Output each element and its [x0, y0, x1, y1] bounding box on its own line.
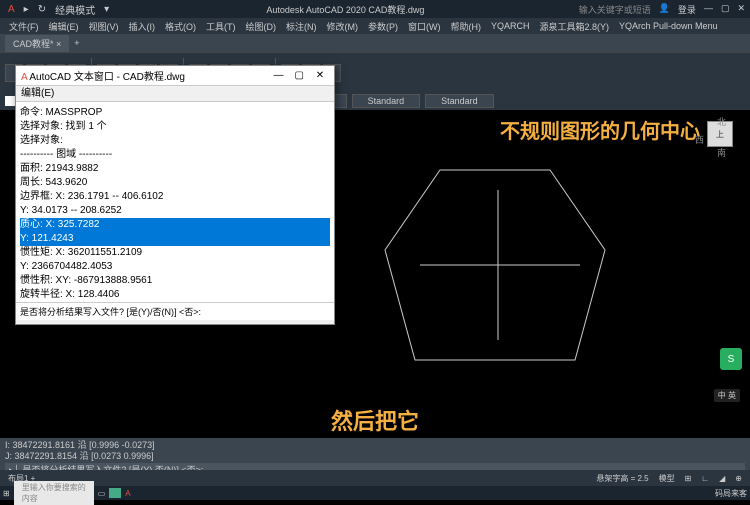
start-button[interactable]: ⊞: [3, 489, 10, 498]
style1-dropdown[interactable]: Standard: [352, 94, 421, 108]
menu-item[interactable]: 帮助(H): [447, 19, 486, 34]
viewcube-west[interactable]: 西: [695, 133, 704, 146]
centroid-line-x: 质心: X: 325.7282: [20, 218, 330, 232]
menu-item[interactable]: 视图(V): [85, 19, 123, 34]
text-window: A AutoCAD 文本窗口 - CAD教程.dwg — ▢ ✕ 编辑(E) 命…: [15, 65, 335, 325]
textwin-title: A AutoCAD 文本窗口 - CAD教程.dwg: [21, 68, 185, 83]
classic-mode[interactable]: 经典模式: [52, 1, 98, 18]
search-hint[interactable]: 输入关键字或短语: [579, 3, 651, 16]
menu-item[interactable]: YQArch Pull-down Menu: [615, 20, 722, 32]
menu-item[interactable]: 标注(N): [282, 19, 321, 34]
centroid-line-y: Y: 121.4243: [20, 232, 330, 246]
status-bar: 布局1 + 悬架字高 = 2.5 模型 ⊞ ∟ ◢ ⊕: [0, 470, 750, 486]
taskbar-app1[interactable]: [109, 488, 121, 498]
model-button[interactable]: 模型: [656, 473, 678, 484]
output-line: 选择对象: 找到 1 个: [20, 120, 330, 134]
dropdown-icon[interactable]: ▾: [101, 3, 112, 16]
ortho-icon[interactable]: ◢: [716, 474, 728, 483]
menu-item[interactable]: 修改(M): [323, 19, 363, 34]
qat-open[interactable]: ↻: [35, 3, 49, 16]
windows-taskbar: ⊞ 里输入你要搜索的内容 ▭ A 码局来客: [0, 486, 750, 500]
app-icon: A: [5, 3, 18, 16]
command-history: I: 38472291.8161 沿 [0.9996 -0.0273] J: 3…: [0, 438, 750, 470]
menu-bar: 文件(F)编辑(E)视图(V)插入(I)格式(O)工具(T)绘图(D)标注(N)…: [0, 18, 750, 34]
taskbar-autocad[interactable]: A: [125, 489, 130, 498]
textwin-max[interactable]: ▢: [290, 70, 308, 81]
menu-item[interactable]: 绘图(D): [242, 19, 281, 34]
osnap-icon[interactable]: ⊕: [732, 474, 745, 483]
textwin-content[interactable]: 命令: MASSPROP选择对象: 找到 1 个选择对象:---------- …: [16, 102, 334, 302]
menu-item[interactable]: 文件(F): [5, 19, 43, 34]
qat-save[interactable]: ▸: [21, 3, 32, 16]
taskview-icon[interactable]: ▭: [98, 489, 106, 498]
menu-item[interactable]: 格式(O): [161, 19, 200, 34]
drawing-shape: [380, 160, 610, 370]
menu-item[interactable]: YQARCH: [487, 20, 534, 32]
video-subtitle: 然后把它: [331, 404, 419, 436]
output-line: 旋转半径: X: 128.4406: [20, 288, 330, 302]
viewcube-south[interactable]: 南: [717, 146, 726, 159]
snap-icon[interactable]: ⊞: [682, 474, 695, 483]
max-button[interactable]: ▢: [721, 3, 730, 16]
menu-item[interactable]: 插入(I): [125, 19, 160, 34]
cmd-line-1: I: 38472291.8161 沿 [0.9996 -0.0273]: [5, 440, 745, 451]
annotation-text: 不规则图形的几何中心: [500, 115, 700, 144]
ime-tip: 中 英: [714, 389, 740, 402]
textwin-prompt[interactable]: 是否将分析结果写入文件? [是(Y)/否(N)] <否>:: [16, 302, 334, 320]
tab-close-icon[interactable]: ×: [56, 39, 61, 49]
menu-item[interactable]: 工具(T): [202, 19, 240, 34]
menu-item[interactable]: 参数(P): [364, 19, 402, 34]
menu-item[interactable]: 窗口(W): [404, 19, 445, 34]
output-line: Y: 34.0173 -- 208.6252: [20, 204, 330, 218]
app-title: Autodesk AutoCAD 2020 CAD教程.dwg: [112, 3, 579, 16]
user-icon[interactable]: 👤: [659, 3, 670, 16]
close-button[interactable]: ✕: [737, 3, 745, 16]
ime-badge[interactable]: S: [720, 348, 742, 370]
output-line: 面积: 21943.9882: [20, 162, 330, 176]
scale-display[interactable]: 悬架字高 = 2.5: [593, 473, 651, 484]
output-line: 周长: 543.9620: [20, 176, 330, 190]
viewcube[interactable]: 北 西 上 南: [695, 115, 745, 165]
textwin-min[interactable]: —: [269, 70, 287, 81]
grid-icon[interactable]: ∟: [698, 474, 712, 483]
textwin-menu-edit[interactable]: 编辑(E): [16, 86, 334, 102]
document-tab[interactable]: CAD教程* ×: [5, 35, 69, 52]
tray-time[interactable]: 码局来客: [715, 488, 747, 499]
output-line: 惯性积: XY: -867913888.9561: [20, 274, 330, 288]
min-button[interactable]: —: [704, 3, 713, 16]
output-line: 选择对象:: [20, 134, 330, 148]
viewcube-north[interactable]: 北: [717, 115, 726, 128]
cmd-line-2: J: 38472291.8154 沿 [0.0273 0.9996]: [5, 451, 745, 462]
output-line: ---------- 图域 ----------: [20, 148, 330, 162]
output-line: 惯性矩: X: 362011551.2109: [20, 246, 330, 260]
menu-item[interactable]: 编辑(E): [45, 19, 83, 34]
output-line: 命令: MASSPROP: [20, 106, 330, 120]
login-link[interactable]: 登录: [678, 3, 696, 16]
layer-color[interactable]: [5, 96, 15, 106]
style2-dropdown[interactable]: Standard: [425, 94, 494, 108]
textwin-close[interactable]: ✕: [311, 70, 329, 81]
windows-search[interactable]: 里输入你要搜索的内容: [14, 481, 94, 505]
output-line: 边界框: X: 236.1791 -- 406.6102: [20, 190, 330, 204]
menu-item[interactable]: 源泉工具箱2.8(Y): [536, 19, 614, 34]
output-line: Y: 2366704482.4053: [20, 260, 330, 274]
new-tab-button[interactable]: +: [74, 38, 79, 48]
